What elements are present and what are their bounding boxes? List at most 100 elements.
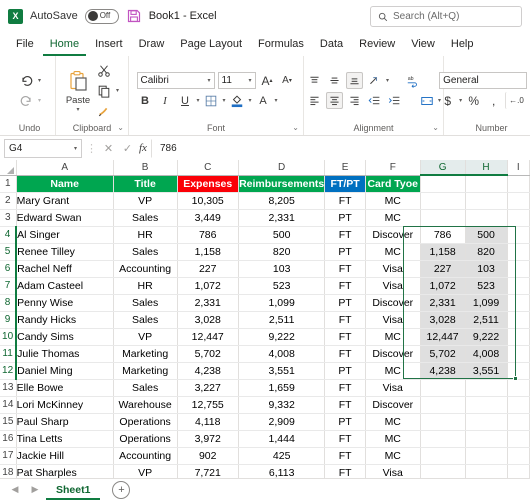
align-bottom-icon[interactable] — [346, 72, 363, 89]
row-header-18[interactable]: 18 — [0, 464, 17, 478]
cell-e10[interactable]: FT — [324, 328, 366, 346]
cell-e15[interactable]: PT — [324, 413, 366, 431]
cell-b11[interactable]: Marketing — [113, 345, 178, 363]
percent-icon[interactable]: % — [465, 92, 482, 109]
underline-button[interactable]: U — [177, 92, 194, 109]
cell-c5[interactable]: 1,158 — [177, 243, 239, 261]
undo-arrow-icon[interactable] — [18, 72, 35, 89]
row-header-3[interactable]: 3 — [0, 209, 17, 227]
cell-a2[interactable]: Mary Grant — [16, 192, 114, 210]
row-header-15[interactable]: 15 — [0, 413, 17, 431]
cell-e14[interactable]: FT — [324, 396, 366, 414]
column-header-a[interactable]: A — [16, 160, 114, 176]
cell-h15[interactable] — [465, 413, 508, 431]
cell-d14[interactable]: 9,332 — [238, 396, 326, 414]
row-header-6[interactable]: 6 — [0, 260, 18, 278]
merge-and-center-icon[interactable] — [418, 92, 435, 109]
cell-d10[interactable]: 9,222 — [238, 328, 326, 346]
cell-c16[interactable]: 3,972 — [177, 430, 239, 448]
cell-h11[interactable]: 4,008 — [465, 345, 508, 363]
cell-d5[interactable]: 820 — [238, 243, 326, 261]
cell-f3[interactable]: MC — [365, 209, 421, 227]
column-header-f[interactable]: F — [365, 160, 421, 176]
cell-e12[interactable]: PT — [324, 362, 366, 380]
tab-draw[interactable]: Draw — [132, 36, 172, 56]
formula-input[interactable]: 786 — [150, 138, 526, 158]
tab-page-layout[interactable]: Page Layout — [173, 36, 249, 56]
cell-h3[interactable] — [465, 209, 508, 227]
cell-d4[interactable]: 500 — [238, 226, 326, 244]
sheet-tab-sheet1[interactable]: Sheet1 — [46, 480, 101, 500]
cell-g2[interactable] — [420, 192, 466, 210]
increase-indent-icon[interactable] — [386, 92, 403, 109]
align-left-icon[interactable] — [306, 92, 323, 109]
row-header-11[interactable]: 11 — [0, 345, 18, 363]
cell-c6[interactable]: 227 — [177, 260, 239, 278]
currency-dropdown-icon[interactable]: ▾ — [459, 97, 462, 104]
cell-a16[interactable]: Tina Letts — [16, 430, 114, 448]
dialog-launcher-icon[interactable]: ⌄ — [432, 121, 439, 134]
wrap-text-icon[interactable]: ab — [404, 72, 421, 89]
cell-f13[interactable]: Visa — [365, 379, 421, 397]
copy-icon[interactable] — [96, 82, 113, 99]
fill-color-dropdown-icon[interactable]: ▾ — [249, 97, 252, 104]
cell-f9[interactable]: Visa — [365, 311, 421, 329]
cell-g1[interactable] — [420, 175, 466, 193]
cell-e2[interactable]: FT — [324, 192, 366, 210]
row-header-2[interactable]: 2 — [0, 192, 17, 210]
cell-e6[interactable]: FT — [324, 260, 366, 278]
cell-h1[interactable] — [465, 175, 508, 193]
font-name-select[interactable]: Calibri ▾ — [136, 72, 215, 89]
cell-i9[interactable] — [507, 311, 530, 329]
cell-f12[interactable]: MC — [365, 362, 421, 380]
row-header-14[interactable]: 14 — [0, 396, 17, 414]
column-header-c[interactable]: C — [177, 160, 239, 176]
cell-b6[interactable]: Accounting — [113, 260, 178, 278]
cell-g14[interactable] — [420, 396, 466, 414]
cell-b17[interactable]: Accounting — [113, 447, 178, 465]
format-painter-brush-icon[interactable] — [96, 102, 113, 119]
cell-h17[interactable] — [465, 447, 508, 465]
cell-h16[interactable] — [465, 430, 508, 448]
cell-b7[interactable]: HR — [113, 277, 178, 295]
cell-a15[interactable]: Paul Sharp — [16, 413, 114, 431]
cell-e3[interactable]: PT — [324, 209, 366, 227]
cell-g17[interactable] — [420, 447, 466, 465]
insert-function-fx-icon[interactable]: fx — [139, 142, 147, 154]
underline-dropdown-icon[interactable]: ▾ — [197, 97, 200, 104]
cell-g13[interactable] — [420, 379, 466, 397]
borders-dropdown-icon[interactable]: ▾ — [223, 97, 226, 104]
cell-d7[interactable]: 523 — [238, 277, 326, 295]
cell-i7[interactable] — [507, 277, 530, 295]
cell-e9[interactable]: FT — [324, 311, 366, 329]
cell-c3[interactable]: 3,449 — [177, 209, 239, 227]
cell-a9[interactable]: Randy Hicks — [16, 311, 114, 329]
cell-g12[interactable]: 4,238 — [420, 362, 466, 380]
cell-d6[interactable]: 103 — [238, 260, 326, 278]
cell-i2[interactable] — [507, 192, 530, 210]
cell-g7[interactable]: 1,072 — [420, 277, 466, 295]
cell-a6[interactable]: Rachel Neff — [16, 260, 114, 278]
cell-b13[interactable]: Sales — [113, 379, 178, 397]
cell-c7[interactable]: 1,072 — [177, 277, 239, 295]
cell-a7[interactable]: Adam Casteel — [16, 277, 114, 295]
cell-i6[interactable] — [507, 260, 530, 278]
cell-h5[interactable]: 820 — [465, 243, 508, 261]
row-header-10[interactable]: 10 — [0, 328, 18, 346]
cell-f8[interactable]: Discover — [365, 294, 421, 312]
copy-dropdown-icon[interactable]: ▾ — [116, 87, 119, 94]
cell-g18[interactable] — [420, 464, 466, 478]
cell-e13[interactable]: FT — [324, 379, 366, 397]
shrink-font-icon[interactable]: A ▾ — [279, 72, 296, 89]
tab-file[interactable]: File — [9, 36, 41, 56]
cell-i17[interactable] — [507, 447, 530, 465]
add-sheet-button[interactable]: + — [112, 480, 131, 499]
dialog-launcher-icon[interactable]: ⌄ — [117, 121, 124, 134]
search-input[interactable]: Search (Alt+Q) — [370, 6, 522, 27]
cell-a14[interactable]: Lori McKinney — [16, 396, 114, 414]
cell-a11[interactable]: Julie Thomas — [16, 345, 114, 363]
cell-f5[interactable]: MC — [365, 243, 421, 261]
italic-button[interactable]: I — [157, 92, 174, 109]
cell-c15[interactable]: 4,118 — [177, 413, 239, 431]
tab-data[interactable]: Data — [313, 36, 350, 56]
